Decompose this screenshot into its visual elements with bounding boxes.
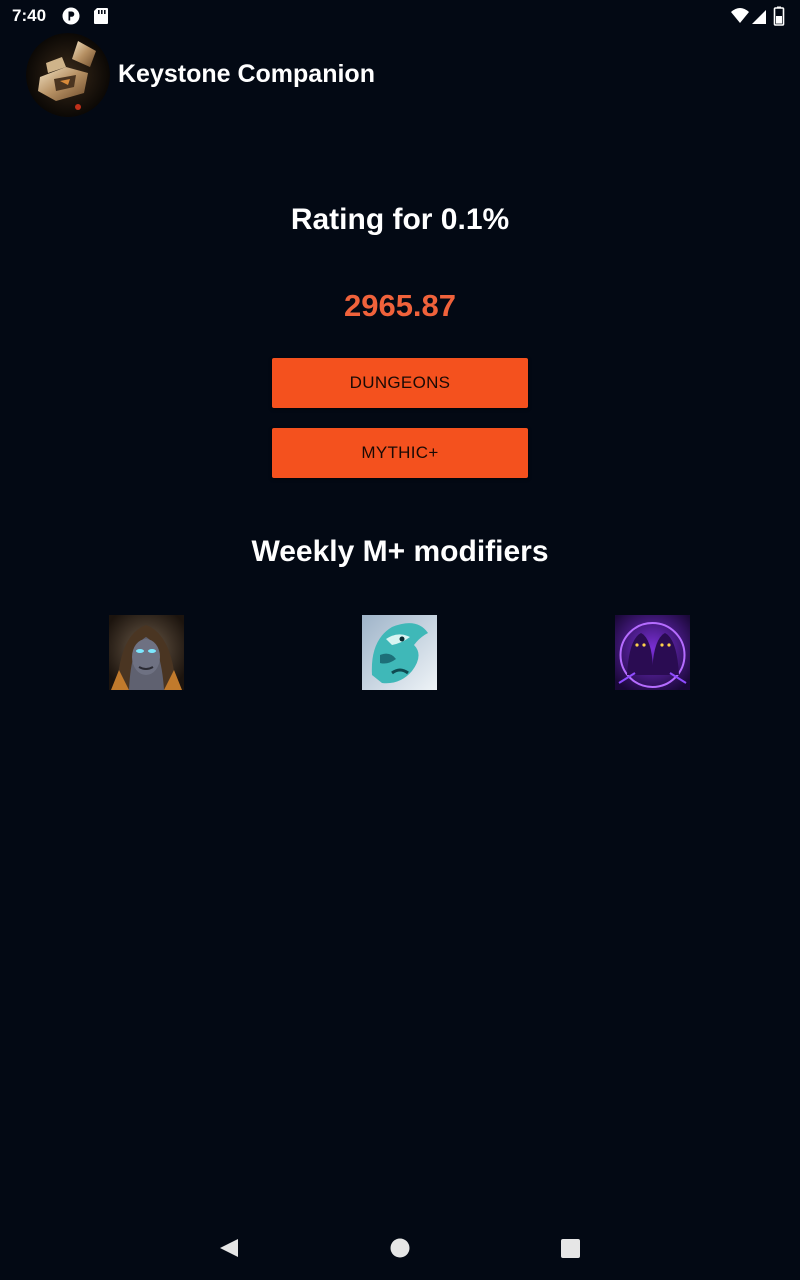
back-icon[interactable] bbox=[218, 1237, 240, 1259]
hooded-figure-affix-icon[interactable] bbox=[109, 615, 184, 690]
status-right-icons bbox=[730, 6, 792, 26]
weekly-modifiers-heading: Weekly M+ modifiers bbox=[251, 535, 549, 568]
spectral-creature-affix-icon[interactable] bbox=[362, 615, 437, 690]
purple-cultists-affix-icon[interactable] bbox=[615, 615, 690, 690]
battery-icon bbox=[773, 6, 785, 26]
recents-icon[interactable] bbox=[561, 1239, 580, 1258]
mythic-plus-button[interactable]: MYTHIC+ bbox=[272, 428, 528, 478]
app-screen: 7:40 Keystone Companion Rating for 0.1% … bbox=[0, 0, 800, 1280]
navigation-bar bbox=[0, 1216, 800, 1280]
sd-card-icon bbox=[93, 7, 109, 25]
rating-value: 2965.87 bbox=[343, 288, 457, 323]
dungeons-button[interactable]: DUNGEONS bbox=[272, 358, 528, 408]
status-bar: 7:40 bbox=[0, 0, 800, 32]
status-time: 7:40 bbox=[12, 6, 47, 25]
keystone-logo-icon bbox=[26, 33, 110, 117]
rating-heading: Rating for 0.1% bbox=[290, 203, 510, 236]
home-icon[interactable] bbox=[390, 1238, 410, 1258]
app-title: Keystone Companion bbox=[118, 60, 375, 88]
notification-p-icon bbox=[62, 7, 80, 25]
wifi-icon bbox=[731, 8, 749, 23]
cell-signal-icon bbox=[752, 10, 766, 24]
